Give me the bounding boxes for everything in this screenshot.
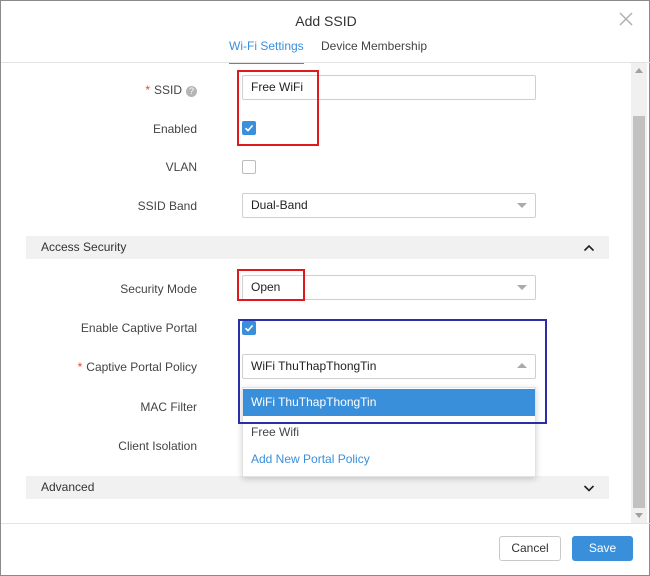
required-marker: * bbox=[77, 360, 83, 374]
captive-portal-policy-label-text: Captive Portal Policy bbox=[86, 360, 197, 374]
enabled-checkbox[interactable] bbox=[242, 121, 256, 135]
captive-portal-policy-select[interactable]: WiFi ThuThapThongTin bbox=[242, 354, 536, 379]
help-icon[interactable]: ? bbox=[186, 86, 197, 97]
vlan-checkbox[interactable] bbox=[242, 160, 256, 174]
captive-portal-policy-dropdown: WiFi ThuThapThongTin Free Wifi Add New P… bbox=[242, 387, 536, 477]
ssid-input-value: Free WiFi bbox=[251, 80, 303, 94]
security-mode-label: Security Mode bbox=[120, 282, 197, 296]
scrollbar-thumb[interactable] bbox=[633, 116, 645, 508]
security-mode-value: Open bbox=[251, 280, 281, 294]
form-content: * SSID? Free WiFi Enabled VLAN SSID Band … bbox=[1, 63, 631, 516]
footer-divider bbox=[1, 523, 650, 524]
access-security-title: Access Security bbox=[41, 240, 127, 254]
chevron-up-icon bbox=[583, 244, 595, 252]
checkmark-icon bbox=[244, 324, 254, 332]
ssid-band-value: Dual-Band bbox=[251, 198, 308, 212]
dialog-title: Add SSID bbox=[295, 13, 357, 29]
captive-portal-policy-label: * Captive Portal Policy bbox=[78, 360, 197, 374]
scroll-down-icon[interactable] bbox=[635, 513, 643, 518]
chevron-up-icon bbox=[517, 363, 527, 368]
chevron-down-icon bbox=[517, 203, 527, 208]
access-security-section-header[interactable]: Access Security bbox=[26, 236, 609, 259]
required-marker: * bbox=[145, 83, 150, 97]
tab-device-membership-label: Device Membership bbox=[321, 39, 428, 53]
ssid-band-label: SSID Band bbox=[137, 199, 197, 213]
ssid-label-text: SSID bbox=[153, 83, 182, 97]
client-isolation-label: Client Isolation bbox=[118, 439, 197, 453]
ssid-label: * SSID? bbox=[145, 83, 197, 97]
advanced-title: Advanced bbox=[41, 480, 95, 494]
chevron-down-icon bbox=[583, 485, 595, 492]
add-ssid-dialog: Add SSID Wi-Fi Settings Device Membershi… bbox=[0, 0, 650, 576]
mac-filter-label: MAC Filter bbox=[140, 400, 197, 414]
cancel-button[interactable]: Cancel bbox=[499, 536, 561, 561]
tab-device-membership[interactable]: Device Membership bbox=[321, 39, 427, 63]
dropdown-option-free-wifi[interactable]: Free Wifi bbox=[243, 419, 535, 446]
captive-portal-policy-value: WiFi ThuThapThongTin bbox=[251, 359, 377, 373]
dropdown-option-wifi-thuthapthongtin[interactable]: WiFi ThuThapThongTin bbox=[243, 389, 535, 416]
save-button[interactable]: Save bbox=[572, 536, 633, 561]
enable-captive-portal-checkbox[interactable] bbox=[242, 321, 256, 335]
advanced-section-header[interactable]: Advanced bbox=[26, 476, 609, 499]
ssid-band-select[interactable]: Dual-Band bbox=[242, 193, 536, 218]
tab-wifi-settings-label: Wi-Fi Settings bbox=[229, 39, 304, 53]
vlan-label: VLAN bbox=[165, 160, 197, 174]
enable-captive-portal-label: Enable Captive Portal bbox=[80, 321, 197, 335]
checkmark-icon bbox=[244, 124, 254, 132]
security-mode-select[interactable]: Open bbox=[242, 275, 536, 300]
close-icon[interactable] bbox=[617, 10, 635, 28]
chevron-down-icon bbox=[517, 285, 527, 290]
add-new-portal-policy-link[interactable]: Add New Portal Policy bbox=[243, 446, 535, 473]
tab-wifi-settings[interactable]: Wi-Fi Settings bbox=[229, 39, 304, 64]
scroll-up-icon[interactable] bbox=[635, 68, 643, 73]
ssid-input[interactable]: Free WiFi bbox=[242, 75, 536, 100]
enabled-label: Enabled bbox=[152, 122, 197, 136]
